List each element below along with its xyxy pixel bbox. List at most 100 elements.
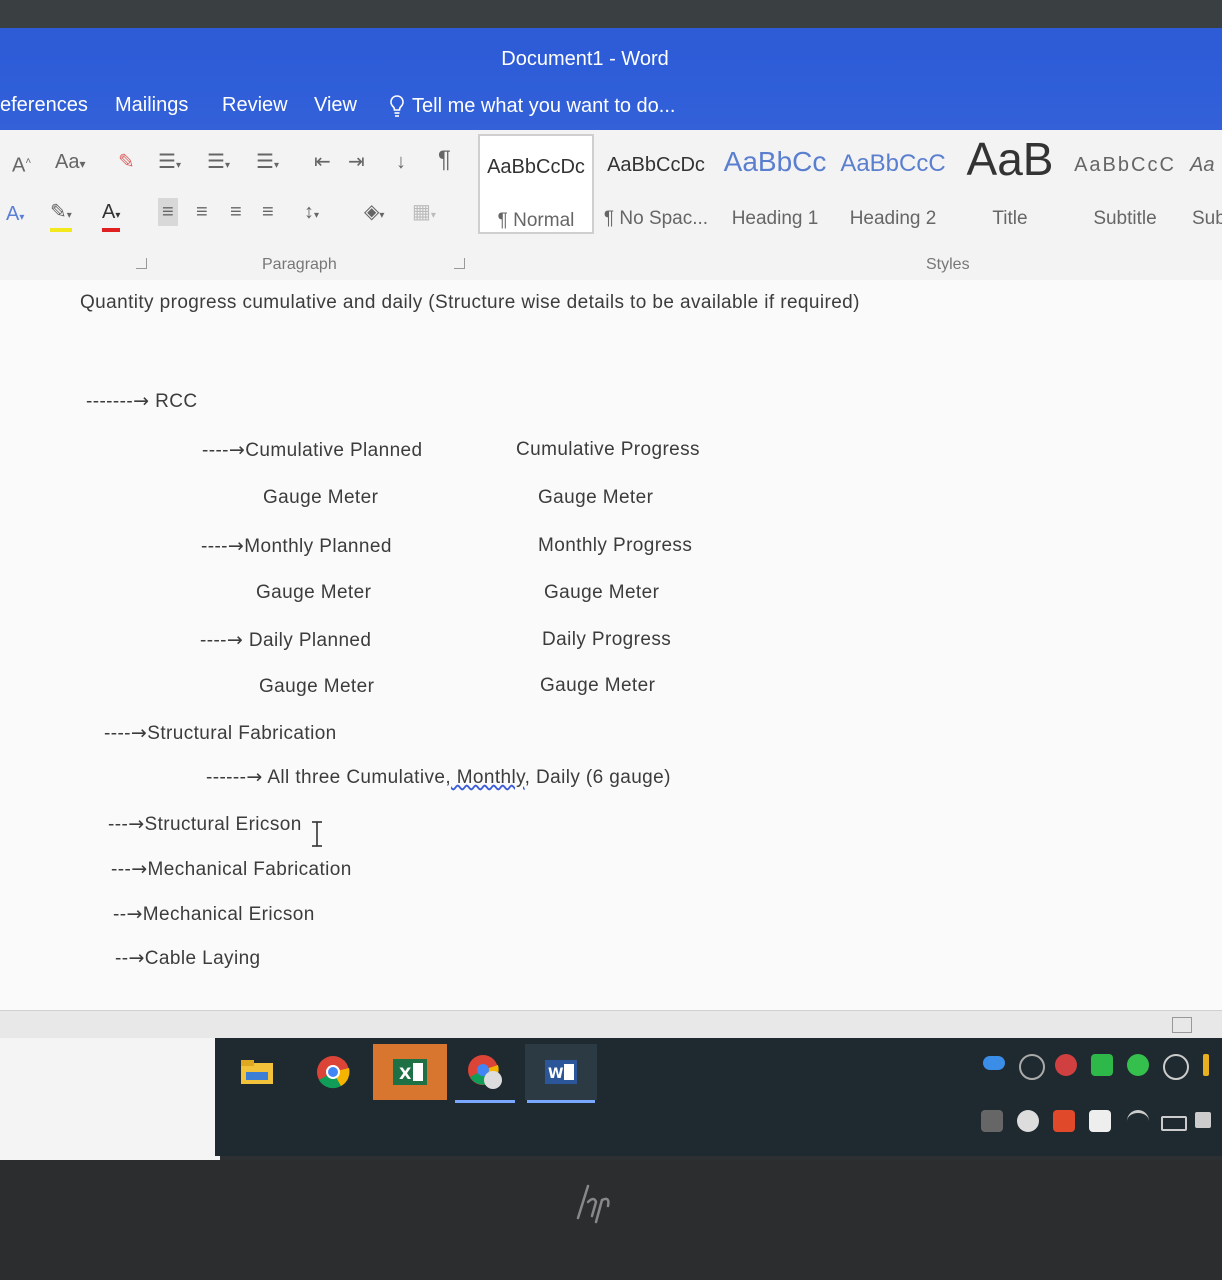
shield-icon[interactable] <box>1053 1110 1075 1132</box>
align-left-icon[interactable]: ≡ <box>158 198 178 226</box>
style-subtle-name: Sub <box>1192 208 1222 229</box>
defender-icon[interactable] <box>1089 1110 1111 1132</box>
borders-icon[interactable]: ▦▾ <box>412 200 436 228</box>
taskbar: X W <box>215 1038 1222 1156</box>
status-bar <box>0 1010 1222 1038</box>
onedrive-icon[interactable] <box>983 1056 1005 1070</box>
title-bar: Document1 - Word eferences Mailings Revi… <box>0 28 1222 130</box>
line-cable-laying: --→Cable Laying <box>115 947 261 970</box>
cable-text: Cable Laying <box>144 948 261 969</box>
desktop-area <box>0 1038 220 1164</box>
arrow-icon: → <box>246 766 263 788</box>
daily-planned-dashes: ---- <box>200 630 227 651</box>
bullets-icon[interactable]: ☰▾ <box>158 150 181 178</box>
mon-planned-text: Monthly Planned <box>244 536 392 557</box>
highlight-icon[interactable]: ✎▾ <box>50 200 72 232</box>
style-no-spacing-name: ¶ No Spac... <box>603 208 709 229</box>
running-indicator <box>455 1100 515 1103</box>
align-right-icon[interactable]: ≡ <box>230 200 242 224</box>
gauge-meter-2-right: Gauge Meter <box>544 582 660 603</box>
document-page[interactable]: Quantity progress cumulative and daily (… <box>0 280 1222 1010</box>
line-spacing-icon[interactable]: ↕▾ <box>304 200 319 228</box>
chrome-profile-button[interactable] <box>453 1044 517 1103</box>
read-mode-icon[interactable] <box>1172 1017 1192 1033</box>
cumulative-progress-text: Cumulative Progress <box>516 439 700 460</box>
tell-me-box[interactable]: Tell me what you want to do... <box>388 94 675 118</box>
battery-icon[interactable] <box>1161 1116 1187 1131</box>
change-case-button[interactable]: Aa▾ <box>55 150 86 176</box>
show-marks-icon[interactable]: ¶ <box>438 148 451 172</box>
decrease-indent-icon[interactable]: ⇤ <box>314 150 331 174</box>
style-no-spacing[interactable]: AaBbCcDc ¶ No Spac... <box>598 134 714 234</box>
struct-fab-dashes: ---- <box>104 723 131 744</box>
wifi-icon[interactable] <box>1127 1110 1149 1135</box>
excel-button[interactable]: X <box>373 1044 447 1100</box>
arrow-icon: → <box>128 813 145 835</box>
chrome-button[interactable] <box>301 1044 365 1100</box>
circle-icon[interactable] <box>1017 1110 1039 1132</box>
file-explorer-button[interactable] <box>225 1044 289 1100</box>
mech-fab-text: Mechanical Fabrication <box>147 859 352 880</box>
increase-indent-icon[interactable]: ⇥ <box>348 150 365 174</box>
refresh-icon[interactable] <box>1163 1054 1189 1080</box>
all-three-dashes: ------ <box>206 767 247 788</box>
line-mechanical-fabrication: ---→Mechanical Fabrication <box>111 858 352 881</box>
style-heading-2[interactable]: AaBbCcC Heading 2 <box>836 134 950 234</box>
hp-logo-icon <box>576 1184 610 1224</box>
chrome-tray-icon[interactable] <box>1055 1054 1077 1076</box>
word-window: Document1 - Word eferences Mailings Revi… <box>0 28 1222 1038</box>
clear-formatting-icon[interactable]: ✎ <box>118 150 135 174</box>
style-subtitle[interactable]: AaBbCcC Subtitle <box>1070 134 1180 234</box>
arrow-icon: → <box>227 535 245 557</box>
styles-gallery: AaBbCcDc ¶ Normal AaBbCcDc ¶ No Spac... … <box>478 134 1222 242</box>
lightbulb-icon <box>390 95 404 117</box>
font-dialog-launcher-icon[interactable] <box>136 258 147 269</box>
mech-eric-text: Mechanical Ericson <box>142 904 315 925</box>
word-button[interactable]: W <box>525 1044 597 1103</box>
grow-font-icon[interactable]: A˄ <box>12 150 31 178</box>
volume-icon[interactable] <box>1195 1112 1211 1128</box>
text-effects-icon[interactable]: A▾ <box>6 202 24 230</box>
font-color-icon[interactable]: A▾ <box>102 200 121 232</box>
chrome-profile-icon <box>468 1055 502 1089</box>
style-normal[interactable]: AaBbCcDc ¶ Normal <box>478 134 594 234</box>
shading-icon[interactable]: ◈▾ <box>364 200 384 228</box>
sort-icon[interactable]: ↓ <box>396 150 406 174</box>
window-title: Document1 - Word <box>501 48 669 70</box>
paragraph-dialog-launcher-icon[interactable] <box>454 258 465 269</box>
tab-review[interactable]: Review <box>222 94 288 117</box>
tab-references[interactable]: eferences <box>0 94 88 117</box>
svg-text:W: W <box>548 1066 563 1082</box>
lock-icon[interactable] <box>981 1110 1003 1132</box>
style-heading-1-preview: AaBbCc <box>723 146 827 177</box>
notification-icon[interactable] <box>1203 1054 1209 1076</box>
style-subtle[interactable]: Aa Sub <box>1184 134 1222 234</box>
mech-fab-dashes: --- <box>111 859 132 880</box>
line-all-three: ------→ All three Cumulative, Monthly, D… <box>206 766 671 789</box>
justify-icon[interactable]: ≡ <box>262 200 274 224</box>
daily-planned-text: Daily Planned <box>243 630 372 651</box>
tab-view[interactable]: View <box>314 94 357 117</box>
style-subtitle-preview: AaBbCcC <box>1074 154 1176 176</box>
folder-icon <box>241 1060 273 1084</box>
line-structural-fabrication: ----→Structural Fabrication <box>104 722 337 745</box>
arrow-icon: → <box>226 629 244 651</box>
tab-mailings[interactable]: Mailings <box>115 94 188 117</box>
check-icon[interactable] <box>1127 1054 1149 1076</box>
line-mechanical-ericson: --→Mechanical Ericson <box>113 903 315 926</box>
security-check-icon[interactable] <box>1091 1054 1113 1076</box>
line-monthly-planned: ----→Monthly Planned <box>201 535 392 558</box>
style-subtle-preview: Aa <box>1190 154 1215 176</box>
style-normal-preview: AaBbCcDc <box>487 156 585 178</box>
style-subtitle-name: Subtitle <box>1093 208 1157 229</box>
paragraph-group-label: Paragraph <box>262 256 337 273</box>
sync-icon[interactable] <box>1019 1054 1045 1080</box>
numbering-icon[interactable]: ☰▾ <box>207 150 230 178</box>
monthly-progress-text: Monthly Progress <box>538 535 693 556</box>
doc-heading: Quantity progress cumulative and daily (… <box>80 292 860 313</box>
style-heading-1[interactable]: AaBbCc Heading 1 <box>718 134 832 234</box>
multilevel-list-icon[interactable]: ☰▾ <box>256 150 279 178</box>
align-center-icon[interactable]: ≡ <box>196 200 208 224</box>
style-title[interactable]: AaB Title <box>954 134 1066 234</box>
line-daily-planned: ----→ Daily Planned <box>200 629 371 652</box>
